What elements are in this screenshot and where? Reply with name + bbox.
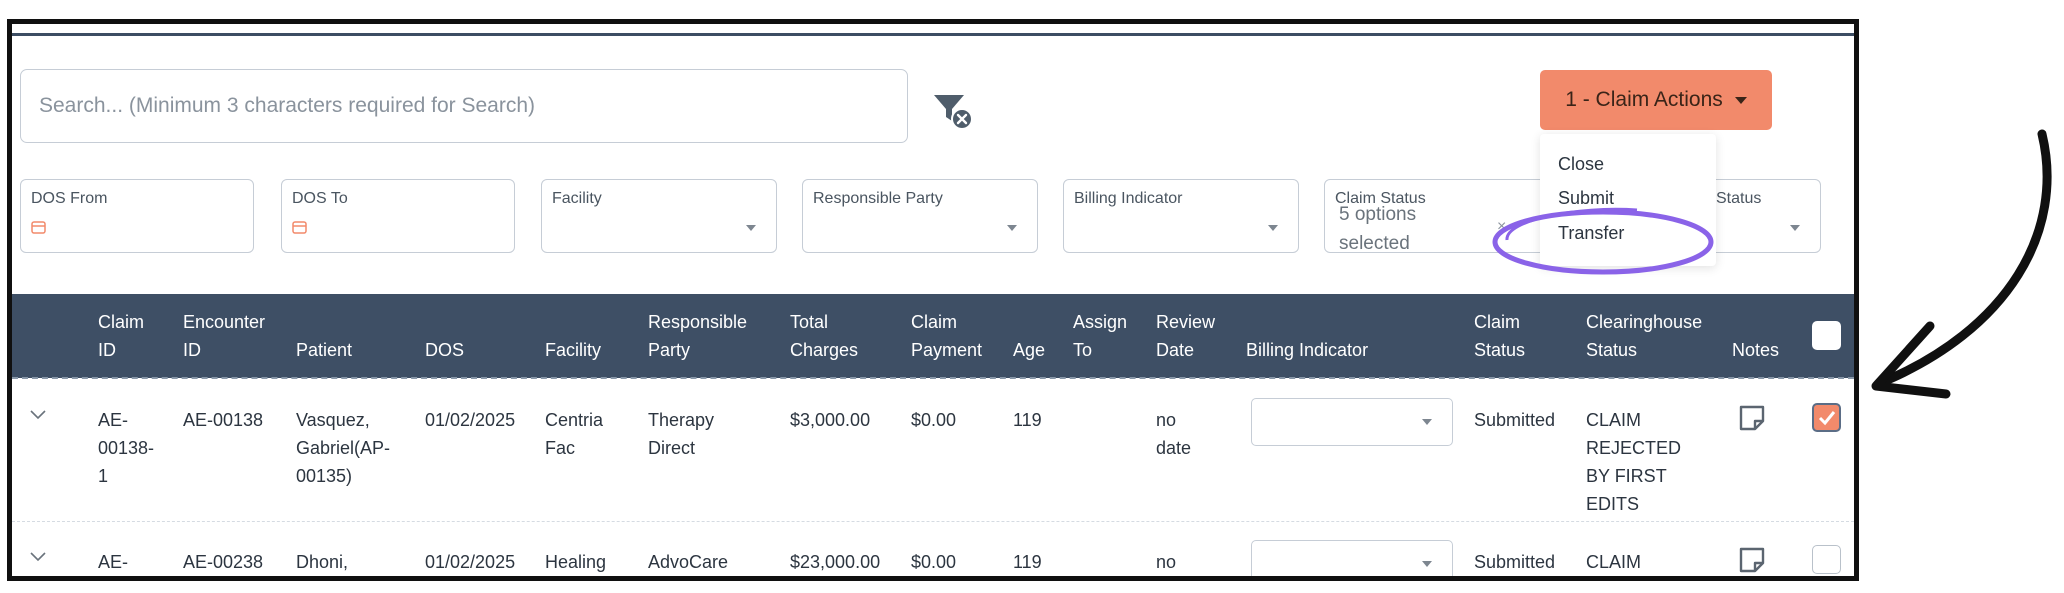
cell-claim-id[interactable]: AE-00138-1 bbox=[98, 406, 154, 490]
note-icon[interactable] bbox=[1737, 403, 1767, 433]
dos-to-label: DOS To bbox=[292, 190, 348, 207]
app-window: 1 - Claim Actions Close Submit Transfer … bbox=[7, 19, 1859, 581]
cell-total-charges: $23,000.00 bbox=[790, 552, 881, 572]
dos-to-field[interactable]: DOS To bbox=[281, 179, 515, 253]
col-claim-status[interactable]: Claim Status bbox=[1474, 308, 1540, 364]
cell-patient[interactable]: Vasquez, Gabriel(AP-00135) bbox=[296, 406, 400, 490]
cell-dos: 01/02/2025 bbox=[425, 410, 516, 430]
arrow-annotation bbox=[1871, 129, 2052, 399]
caret-down-icon bbox=[1268, 225, 1278, 231]
table-row[interactable]: AE-00238- AE-00238 Dhoni, M.S(AP- 01/02/… bbox=[12, 522, 1854, 576]
billing-indicator-select[interactable]: Billing Indicator bbox=[1063, 179, 1299, 253]
checkmark-icon bbox=[1818, 411, 1836, 426]
cell-clearinghouse-status: CLAIM REJECTED bbox=[1586, 552, 1642, 572]
row-checkbox[interactable] bbox=[1812, 545, 1841, 574]
col-encounter-id[interactable]: Encounter ID bbox=[183, 308, 265, 364]
facility-select[interactable]: Facility bbox=[541, 179, 777, 253]
table-row[interactable]: AE-00138-1 AE-00138 Vasquez, Gabriel(AP-… bbox=[12, 380, 1854, 522]
dos-from-label: DOS From bbox=[31, 190, 108, 207]
search-input[interactable] bbox=[20, 69, 908, 143]
facility-label: Facility bbox=[552, 190, 602, 207]
col-dos[interactable]: DOS bbox=[425, 336, 464, 364]
col-claim-id[interactable]: Claim ID bbox=[98, 308, 158, 364]
col-age[interactable]: Age bbox=[1013, 336, 1045, 364]
cell-total-charges: $3,000.00 bbox=[790, 410, 871, 430]
col-facility[interactable]: Facility bbox=[545, 336, 601, 364]
col-responsible-party[interactable]: Responsible Party bbox=[648, 308, 768, 364]
responsible-party-label: Responsible Party bbox=[813, 190, 943, 207]
header-divider bbox=[12, 377, 1854, 379]
caret-down-icon bbox=[1422, 419, 1432, 425]
cell-review-date: no date bbox=[1156, 410, 1192, 458]
cell-claim-id[interactable]: AE-00238- bbox=[98, 548, 150, 576]
cell-responsible-party: AdvoCare Incorporated bbox=[648, 552, 729, 572]
cell-age: 119 bbox=[1013, 410, 1042, 430]
clearinghouse-status-label: Status bbox=[1716, 190, 1762, 207]
billing-indicator-select[interactable] bbox=[1251, 398, 1453, 446]
col-claim-payment[interactable]: Claim Payment bbox=[911, 308, 993, 364]
col-total-charges[interactable]: Total Charges bbox=[790, 308, 874, 364]
cell-claim-status: Submitted bbox=[1474, 552, 1556, 572]
menu-item-transfer[interactable]: Transfer bbox=[1558, 223, 1624, 244]
col-review-date[interactable]: Review Date bbox=[1156, 308, 1226, 364]
caret-down-icon bbox=[1790, 225, 1800, 231]
cell-facility: Healing Touch bbox=[545, 552, 607, 572]
clear-icon[interactable]: × bbox=[1497, 218, 1506, 236]
cell-review-date: no date bbox=[1156, 552, 1177, 572]
cell-dos: 01/02/2025 bbox=[425, 552, 516, 572]
caret-down-icon bbox=[746, 225, 756, 231]
billing-indicator-select[interactable] bbox=[1251, 540, 1453, 576]
cell-responsible-party: Therapy Direct bbox=[648, 410, 715, 458]
billing-indicator-label: Billing Indicator bbox=[1074, 190, 1183, 207]
claim-actions-label: 1 - Claim Actions bbox=[1565, 88, 1723, 111]
dos-from-field[interactable]: DOS From bbox=[20, 179, 254, 253]
cell-clearinghouse-status: CLAIM REJECTED BY FIRST EDITS bbox=[1586, 410, 1682, 514]
top-divider bbox=[12, 33, 1854, 36]
cell-age: 119 bbox=[1013, 552, 1042, 572]
chevron-down-icon[interactable] bbox=[30, 410, 46, 420]
cell-encounter-id: AE-00238 bbox=[183, 552, 264, 572]
col-notes[interactable]: Notes bbox=[1732, 336, 1779, 364]
col-patient[interactable]: Patient bbox=[296, 336, 352, 364]
menu-item-close[interactable]: Close bbox=[1558, 154, 1604, 175]
col-assign-to[interactable]: Assign To bbox=[1073, 308, 1133, 364]
caret-down-icon bbox=[1007, 225, 1017, 231]
claim-status-select[interactable]: Claim Status 5 options selected × bbox=[1324, 179, 1560, 254]
col-clearinghouse-status[interactable]: Clearinghouse Status bbox=[1586, 308, 1716, 364]
select-all-checkbox[interactable] bbox=[1812, 321, 1841, 350]
cell-claim-payment: $0.00 bbox=[911, 552, 957, 572]
claim-actions-button[interactable]: 1 - Claim Actions bbox=[1540, 70, 1772, 130]
row-checkbox[interactable] bbox=[1812, 403, 1841, 432]
cell-claim-payment: $0.00 bbox=[911, 410, 957, 430]
caret-down-icon bbox=[1422, 561, 1432, 567]
responsible-party-select[interactable]: Responsible Party bbox=[802, 179, 1038, 253]
table-header: Claim ID Encounter ID Patient DOS Facili… bbox=[12, 294, 1854, 378]
calendar-icon bbox=[31, 221, 46, 234]
note-icon[interactable] bbox=[1737, 545, 1767, 575]
col-billing-indicator[interactable]: Billing Indicator bbox=[1246, 336, 1368, 364]
menu-item-submit[interactable]: Submit bbox=[1558, 188, 1614, 209]
calendar-icon bbox=[292, 221, 307, 234]
chevron-down-icon[interactable] bbox=[30, 552, 46, 562]
cell-facility: Centria Fac bbox=[545, 410, 604, 458]
cell-encounter-id: AE-00138 bbox=[183, 410, 264, 430]
caret-down-icon bbox=[1734, 96, 1747, 104]
cell-claim-status: Submitted bbox=[1474, 410, 1556, 430]
filter-clear-icon[interactable] bbox=[932, 92, 976, 132]
cell-patient[interactable]: Dhoni, M.S(AP- bbox=[296, 548, 388, 576]
claim-actions-menu: Close Submit Transfer bbox=[1540, 134, 1716, 266]
claim-status-value: 5 options selected bbox=[1339, 204, 1417, 254]
